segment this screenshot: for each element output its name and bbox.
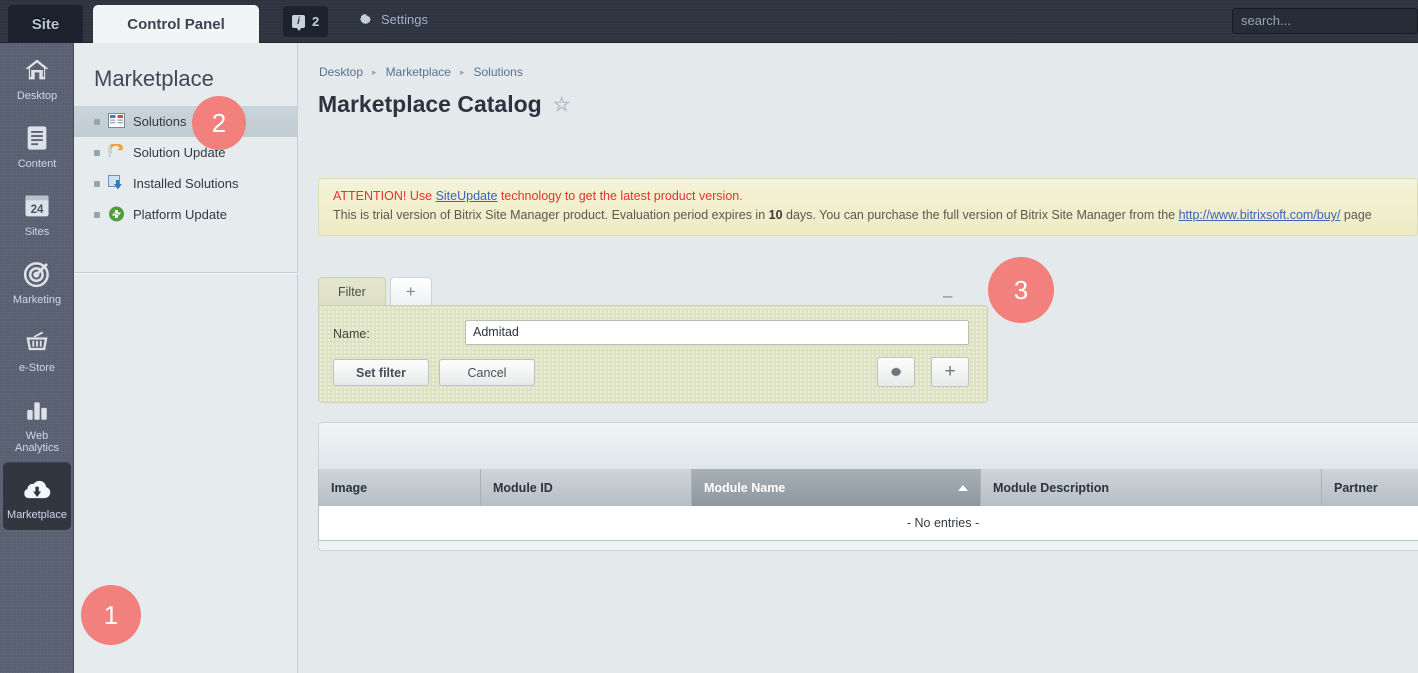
nav-item-platform-update[interactable]: Platform Update (74, 199, 297, 230)
installed-solutions-icon (108, 175, 125, 192)
info-icon: i (292, 15, 305, 31)
rail-label: Sites (24, 226, 50, 238)
add-filter-field-button[interactable]: + (931, 357, 969, 387)
rail-item-e-store[interactable]: e-Store (0, 315, 74, 383)
filter-panel: Name: Admitad Set filter Cancel + (318, 305, 988, 403)
filter-name-input[interactable]: Admitad (465, 320, 969, 345)
nav-item-solution-update[interactable]: Solution Update (74, 137, 297, 168)
notice-attention-tail: technology to get the latest product ver… (497, 189, 743, 203)
rail-label: Marketplace (7, 509, 67, 521)
grid-footer (318, 541, 1418, 551)
trial-notice: ATTENTION! Use SiteUpdate technology to … (318, 178, 1418, 236)
nav-item-solutions[interactable]: Solutions (74, 106, 297, 137)
set-filter-button[interactable]: Set filter (333, 359, 429, 386)
bar-chart-icon (0, 393, 74, 427)
cloud-download-icon (3, 472, 71, 506)
rail-label: Content (17, 158, 57, 170)
chevron-right-icon: ▸ (372, 66, 377, 77)
breadcrumb-item-marketplace[interactable]: Marketplace (386, 65, 451, 79)
rail-label: e-Store (18, 362, 56, 374)
notifications-badge[interactable]: i 2 (283, 6, 329, 37)
rail-item-marketing[interactable]: Marketing (0, 247, 74, 315)
cancel-filter-button[interactable]: Cancel (439, 359, 535, 386)
rail-item-sites[interactable]: 24 Sites (0, 179, 74, 247)
svg-text:24: 24 (31, 204, 44, 216)
filter-name-label: Name: (333, 327, 370, 341)
notice-attention-text: ATTENTION! Use (333, 189, 436, 203)
nav-divider-highlight (74, 273, 298, 274)
home-icon (0, 53, 74, 87)
chevron-right-icon: ▸ (459, 66, 465, 77)
notifications-count: 2 (312, 14, 320, 29)
buy-link[interactable]: http://www.bitrixsoft.com/buy/ (1179, 208, 1341, 222)
filter-tab-strip: Filter + (318, 277, 432, 305)
tab-control-panel[interactable]: Control Panel (93, 5, 259, 44)
solution-update-icon (108, 142, 125, 161)
document-icon (0, 121, 74, 155)
sort-asc-icon (958, 484, 968, 491)
target-icon (0, 257, 74, 291)
settings-label: Settings (381, 12, 428, 27)
star-icon[interactable]: ☆ (553, 92, 571, 117)
grid-column-image[interactable]: Image (319, 469, 481, 506)
search-input[interactable]: search... (1232, 8, 1418, 34)
rail-label: Web Analytics (14, 430, 60, 454)
grid-header-row: Image Module ID Module Name Module Descr… (318, 469, 1418, 506)
rail-item-marketplace[interactable]: Marketplace (3, 462, 71, 530)
notice-days: 10 (768, 208, 783, 222)
notice-trial-text: This is trial version of Bitrix Site Man… (333, 208, 769, 222)
page-title: Marketplace Catalog ☆ (298, 79, 1418, 118)
bullet-icon (94, 118, 100, 125)
bullet-icon (94, 180, 100, 187)
breadcrumb-item-solutions[interactable]: Solutions (473, 65, 522, 79)
rail-item-content[interactable]: Content (0, 111, 74, 179)
grid-toolbar (318, 422, 1418, 469)
rail-item-web-analytics[interactable]: Web Analytics (0, 383, 74, 462)
collapse-filter-button[interactable]: – (943, 286, 952, 306)
step-marker-1: 1 (81, 585, 141, 645)
grid-column-module-description[interactable]: Module Description (981, 469, 1322, 506)
filter-settings-button[interactable] (877, 357, 915, 387)
gear-icon (358, 12, 373, 27)
notice-purchase-text: days. You can purchase the full version … (782, 208, 1179, 222)
notice-page-text: page (1340, 208, 1372, 222)
solutions-grid-icon (108, 113, 125, 130)
siteupdate-link[interactable]: SiteUpdate (436, 189, 498, 203)
grid-column-partner[interactable]: Partner (1322, 469, 1418, 506)
notice-line-2: This is trial version of Bitrix Site Man… (333, 206, 1403, 225)
bullet-icon (94, 149, 100, 156)
icon-rail: Desktop Content 24 Sites Marketing e-Sto… (0, 43, 74, 673)
nav-item-label: Solutions (133, 114, 187, 129)
marketplace-nav-panel: Marketplace Solutions Solution Update In… (74, 43, 298, 673)
window-24-icon: 24 (0, 189, 74, 223)
step-marker-3: 3 (988, 257, 1054, 323)
modules-grid: Image Module ID Module Name Module Descr… (318, 422, 1418, 551)
nav-item-label: Platform Update (133, 207, 227, 222)
rail-item-desktop[interactable]: Desktop (0, 43, 74, 111)
notice-line-1: ATTENTION! Use SiteUpdate technology to … (333, 187, 1403, 206)
top-bar: Site Control Panel i 2 Settings search..… (0, 0, 1418, 44)
platform-update-icon (108, 206, 125, 223)
bullet-icon (94, 211, 100, 218)
content-area: Desktop ▸ Marketplace ▸ Solutions Market… (298, 43, 1418, 673)
rail-label: Desktop (16, 90, 58, 102)
breadcrumb-item-desktop[interactable]: Desktop (319, 65, 363, 79)
breadcrumb: Desktop ▸ Marketplace ▸ Solutions (298, 43, 1418, 79)
nav-item-installed-solutions[interactable]: Installed Solutions (74, 168, 297, 199)
grid-column-module-name-label: Module Name (704, 480, 786, 495)
basket-icon (0, 325, 74, 359)
settings-button[interactable]: Settings (358, 12, 428, 27)
grid-column-module-name[interactable]: Module Name (692, 469, 981, 506)
page-title-text: Marketplace Catalog (318, 91, 542, 117)
rail-label: Marketing (12, 294, 62, 306)
tab-site[interactable]: Site (8, 5, 83, 43)
grid-column-module-id[interactable]: Module ID (481, 469, 692, 506)
step-marker-2: 2 (192, 96, 246, 150)
grid-empty-row: - No entries - (318, 506, 1418, 541)
nav-item-label: Installed Solutions (133, 176, 239, 191)
filter-tab[interactable]: Filter (318, 277, 386, 305)
add-filter-tab-button[interactable]: + (389, 277, 432, 305)
nav-panel-title: Marketplace (94, 66, 214, 91)
grid-empty-text: - No entries - (906, 516, 980, 530)
